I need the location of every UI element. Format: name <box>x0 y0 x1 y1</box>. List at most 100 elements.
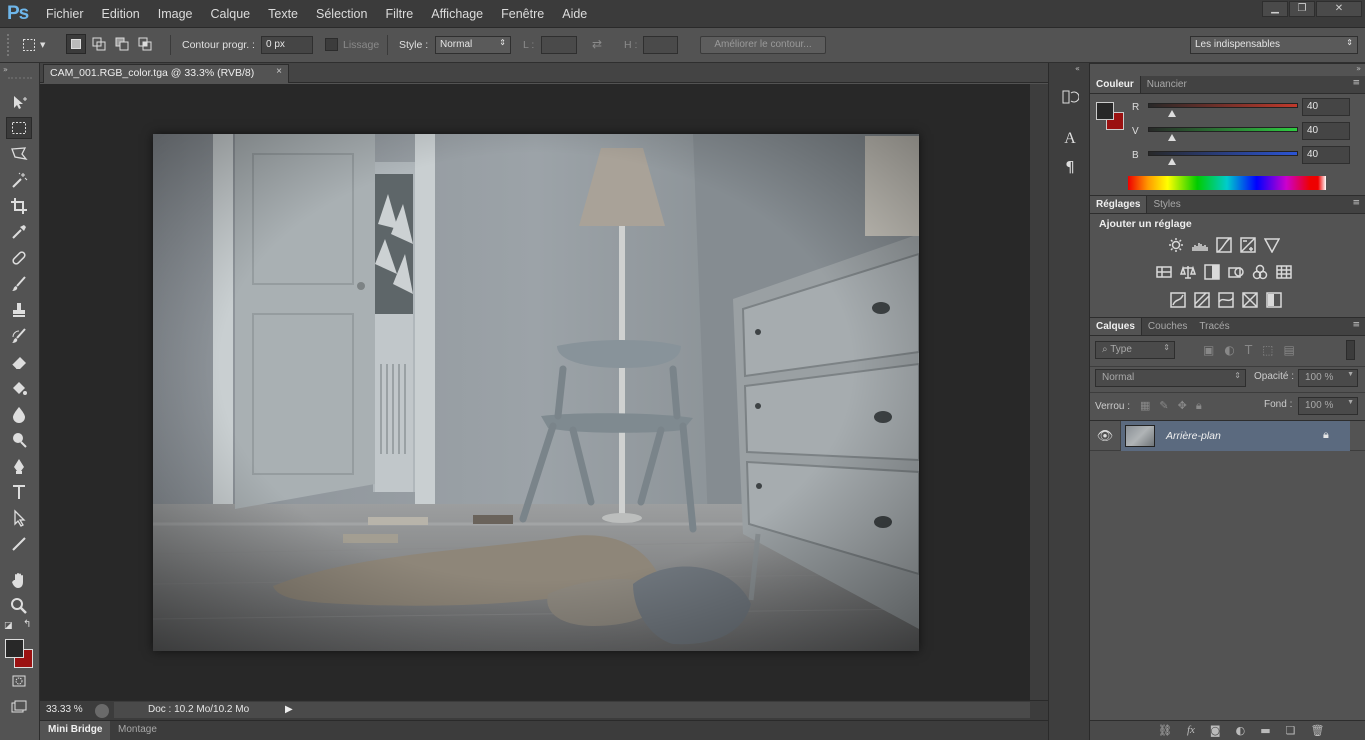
layer-name[interactable]: Arrière-plan <box>1166 430 1221 442</box>
tab-mini-bridge[interactable]: Mini Bridge <box>40 721 111 740</box>
menu-edition[interactable]: Edition <box>93 0 149 28</box>
posterize-icon[interactable] <box>1194 292 1210 308</box>
crop-tool[interactable] <box>6 195 32 217</box>
quick-mask-button[interactable] <box>6 670 32 692</box>
menu-filtre[interactable]: Filtre <box>376 0 422 28</box>
restore-button[interactable]: ❐ <box>1289 1 1315 17</box>
opacity-input[interactable]: 100 % ▼ <box>1298 369 1358 387</box>
lock-paint-icon[interactable]: ✎ <box>1159 399 1168 413</box>
menu-affichage[interactable]: Affichage <box>422 0 492 28</box>
panel-menu-icon[interactable]: ≡ <box>1347 318 1365 335</box>
antialias-checkbox[interactable] <box>325 38 338 51</box>
brush-tool[interactable] <box>6 273 32 295</box>
tab-calques[interactable]: Calques <box>1090 318 1142 335</box>
healing-brush-tool[interactable] <box>6 247 32 269</box>
layer-filter-select[interactable]: ⌕ Type ⇕ <box>1095 341 1175 359</box>
panel-menu-icon[interactable]: ≡ <box>1347 76 1365 93</box>
menu-selection[interactable]: Sélection <box>307 0 376 28</box>
document-tab[interactable]: CAM_001.RGB_color.tga @ 33.3% (RVB/8) × <box>43 64 289 83</box>
color-spectrum-bar[interactable] <box>1128 176 1326 190</box>
style-select[interactable]: Normal ⇕ <box>435 36 511 54</box>
add-selection-button[interactable] <box>89 34 109 54</box>
new-adjustment-layer-icon[interactable]: ◐ <box>1236 724 1246 737</box>
hue-saturation-icon[interactable] <box>1156 264 1172 280</box>
color-balance-icon[interactable] <box>1180 264 1196 280</box>
vibrance-icon[interactable] <box>1264 237 1280 253</box>
tab-reglages[interactable]: Réglages <box>1090 196 1148 213</box>
share-icon[interactable] <box>95 704 109 718</box>
menu-fichier[interactable]: Fichier <box>37 0 93 28</box>
filter-pixel-icon[interactable]: ▣ <box>1203 343 1214 357</box>
tab-traces[interactable]: Tracés <box>1193 318 1235 335</box>
paint-bucket-tool[interactable] <box>6 377 32 399</box>
foreground-color-swatch[interactable] <box>5 639 24 658</box>
history-brush-tool[interactable] <box>6 325 32 347</box>
horizontal-scrollbar[interactable] <box>298 702 1030 718</box>
lock-transparent-icon[interactable]: ▦ <box>1140 399 1150 413</box>
filter-smart-object-icon[interactable]: ▤ <box>1284 343 1295 357</box>
height-input[interactable] <box>643 36 678 54</box>
channel-slider[interactable] <box>1148 127 1298 132</box>
lock-position-icon[interactable]: ✥ <box>1178 399 1187 413</box>
minimize-button[interactable]: ▁ <box>1262 1 1288 17</box>
filter-shape-icon[interactable]: ⬚ <box>1262 343 1273 357</box>
filter-type-icon[interactable]: T <box>1245 343 1252 357</box>
fill-input[interactable]: 100 % ▼ <box>1298 397 1358 415</box>
screen-mode-button[interactable] <box>6 696 32 718</box>
blur-tool[interactable] <box>6 403 32 425</box>
threshold-icon[interactable] <box>1218 292 1234 308</box>
hand-tool[interactable] <box>6 569 32 591</box>
channel-slider-thumb[interactable] <box>1167 134 1176 141</box>
menu-calque[interactable]: Calque <box>202 0 260 28</box>
layer-row[interactable]: 👁︎ Arrière-plan 🔒︎ <box>1090 421 1365 451</box>
type-tool[interactable] <box>6 481 32 503</box>
gradient-map-icon[interactable] <box>1266 292 1282 308</box>
rectangular-marquee-tool[interactable] <box>6 117 32 139</box>
curves-icon[interactable] <box>1216 237 1232 253</box>
lasso-tool[interactable] <box>6 143 32 165</box>
document-image[interactable] <box>153 134 919 651</box>
link-layers-icon[interactable]: ⛓ <box>1158 724 1172 737</box>
clone-stamp-tool[interactable] <box>6 299 32 321</box>
menu-texte[interactable]: Texte <box>259 0 307 28</box>
eye-icon[interactable]: 👁︎ <box>1090 421 1121 451</box>
refine-edge-button[interactable]: Améliorer le contour... <box>700 36 826 54</box>
trash-icon[interactable]: 🗑︎ <box>1311 724 1325 737</box>
tab-montage[interactable]: Montage <box>112 721 163 738</box>
paragraph-panel-icon[interactable]: ¶ <box>1058 155 1082 179</box>
intersect-selection-button[interactable] <box>135 34 155 54</box>
filter-adjustment-icon[interactable]: ◐ <box>1224 343 1234 357</box>
color-lookup-icon[interactable] <box>1276 264 1292 280</box>
fx-icon[interactable]: fx <box>1187 724 1195 737</box>
swap-dimensions-icon[interactable]: ⇄ <box>592 37 602 51</box>
channel-mixer-icon[interactable] <box>1252 264 1268 280</box>
tool-preset-picker[interactable]: ▼ <box>22 36 52 54</box>
channel-value-input[interactable]: 40 <box>1302 122 1350 140</box>
dodge-tool[interactable] <box>6 429 32 451</box>
tab-couleur[interactable]: Couleur <box>1090 76 1141 93</box>
close-button[interactable]: ✕ <box>1316 1 1362 17</box>
new-group-icon[interactable]: ▬ <box>1260 724 1270 737</box>
channel-slider-thumb[interactable] <box>1167 158 1176 165</box>
status-menu-arrow-icon[interactable]: ▶ <box>285 704 293 715</box>
vertical-scrollbar[interactable] <box>1030 84 1048 700</box>
menu-fenetre[interactable]: Fenêtre <box>492 0 553 28</box>
menu-aide[interactable]: Aide <box>553 0 596 28</box>
channel-value-input[interactable]: 40 <box>1302 146 1350 164</box>
character-panel-icon[interactable]: A <box>1058 127 1082 151</box>
collapse-toolbar-icon[interactable]: » <box>3 65 8 74</box>
new-layer-icon[interactable]: ❏ <box>1286 724 1296 737</box>
workspace-select[interactable]: Les indispensables ⇕ <box>1190 36 1358 54</box>
levels-icon[interactable] <box>1192 237 1208 253</box>
close-tab-icon[interactable]: × <box>276 66 282 77</box>
panel-menu-icon[interactable]: ≡ <box>1347 196 1365 213</box>
photo-filter-icon[interactable] <box>1228 264 1244 280</box>
menu-image[interactable]: Image <box>149 0 202 28</box>
history-panel-button[interactable] <box>1058 85 1082 109</box>
channel-slider-thumb[interactable] <box>1167 110 1176 117</box>
feather-input[interactable]: 0 px <box>261 36 313 54</box>
zoom-level[interactable]: 33.33 % <box>46 704 83 715</box>
swap-colors-icon[interactable]: ↰ <box>23 619 31 630</box>
tab-styles[interactable]: Styles <box>1147 196 1186 213</box>
eraser-tool[interactable] <box>6 351 32 373</box>
